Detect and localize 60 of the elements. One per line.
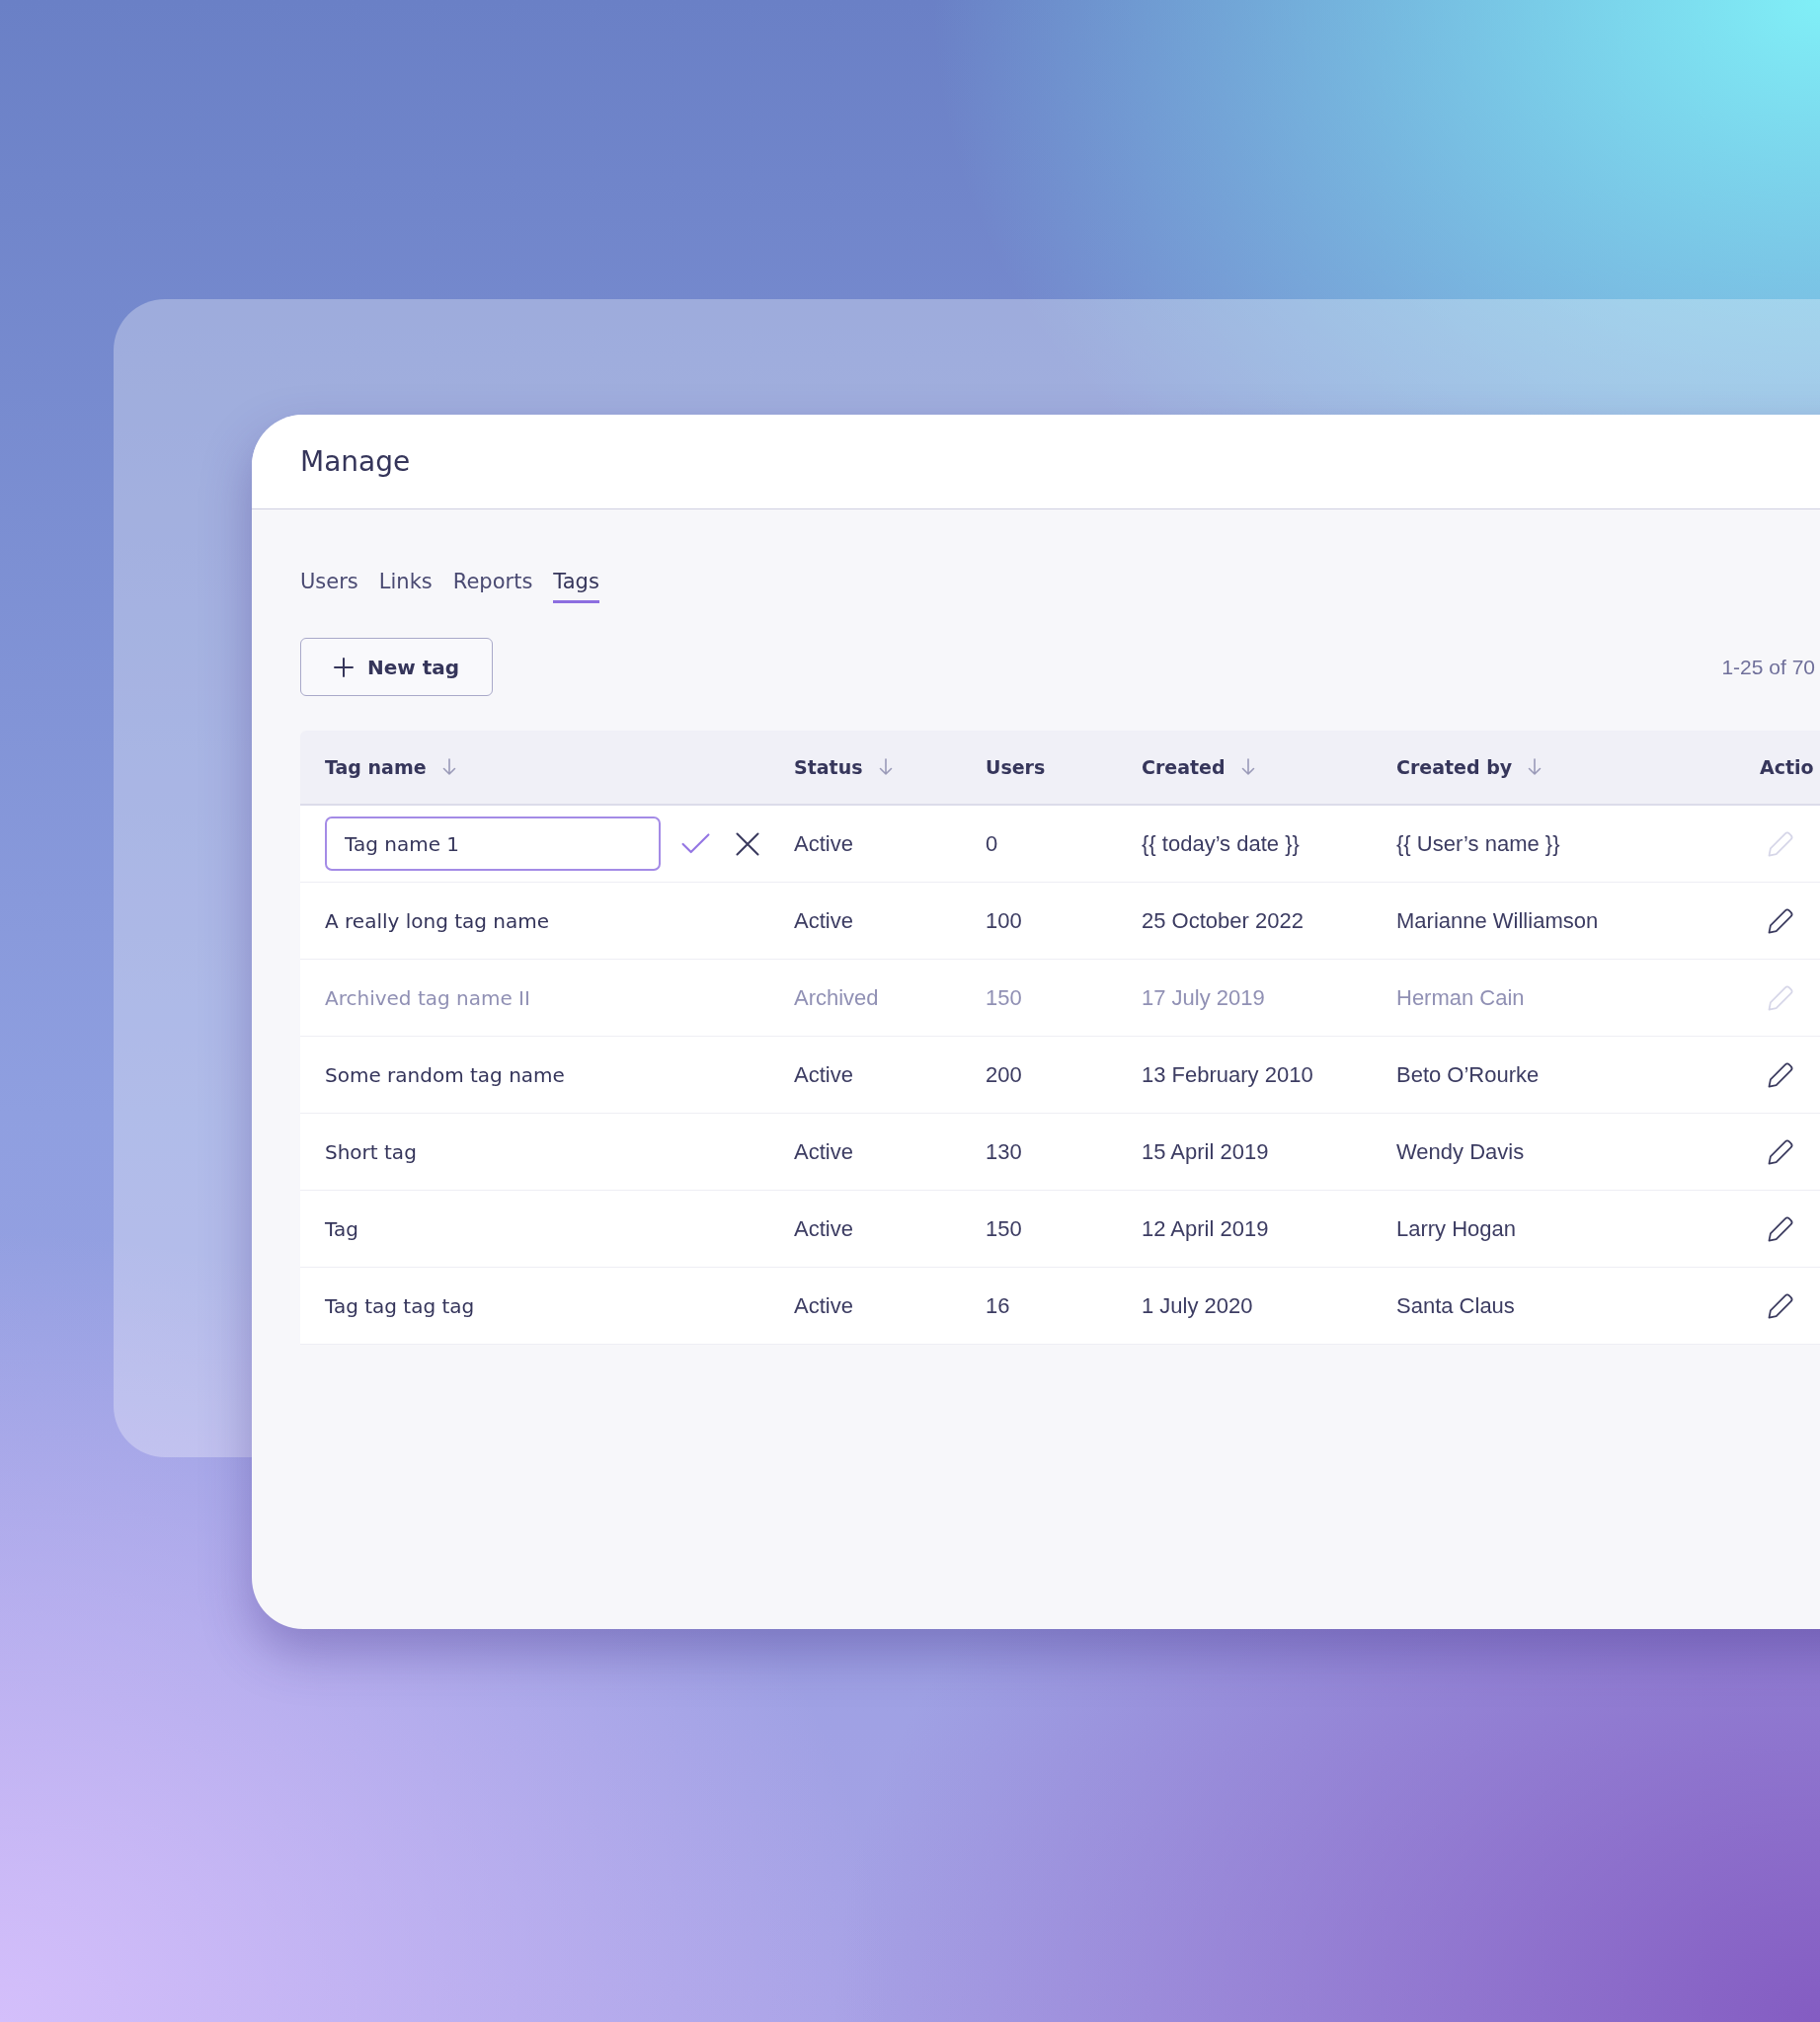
table-cell: Santa Claus: [1396, 1292, 1515, 1319]
column-header[interactable]: Created by: [1396, 756, 1543, 778]
table-cell: {{ User’s name }}: [1396, 830, 1560, 857]
column-header[interactable]: Status: [794, 756, 893, 778]
table-cell: 150: [986, 1215, 1022, 1242]
table-cell: 13 February 2010: [1142, 1061, 1313, 1088]
tag-name-input[interactable]: Tag name 1: [325, 817, 661, 871]
close-icon[interactable]: [736, 831, 759, 856]
column-header[interactable]: Tag name: [325, 756, 456, 778]
table-cell: 100: [986, 907, 1022, 934]
table-cell: Active: [794, 1138, 853, 1165]
table-cell: 17 July 2019: [1142, 984, 1265, 1011]
column-header: Users: [986, 756, 1046, 778]
table-cell: Short tag: [325, 1139, 417, 1164]
pencil-icon[interactable]: [1768, 1215, 1794, 1242]
table-cell: A really long tag name: [325, 908, 550, 933]
table-cell: Beto O’Rourke: [1396, 1061, 1540, 1088]
pencil-icon[interactable]: [1768, 1292, 1794, 1319]
table-cell: Archived tag name II: [325, 985, 530, 1010]
column-header: Actio: [1760, 756, 1814, 778]
table-cell: {{ today’s date }}: [1142, 830, 1300, 857]
table-cell: 0: [986, 830, 998, 857]
table-cell: 16: [986, 1292, 1010, 1319]
table-cell: 12 April 2019: [1142, 1215, 1269, 1242]
table-cell: 130: [986, 1138, 1022, 1165]
pagination-range: 1-25 of 70: [1721, 655, 1815, 679]
pencil-icon[interactable]: [1768, 1061, 1794, 1088]
arrow-down-icon[interactable]: [441, 758, 456, 776]
new-tag-button[interactable]: New tag: [300, 638, 493, 696]
table-cell: 15 April 2019: [1142, 1138, 1269, 1165]
table-cell: Wendy Davis: [1396, 1138, 1525, 1165]
window-title: Manage: [300, 445, 411, 478]
arrow-down-icon[interactable]: [1240, 758, 1255, 776]
arrow-down-icon[interactable]: [878, 758, 893, 776]
table-cell: 25 October 2022: [1142, 907, 1304, 934]
plus-icon: [333, 657, 354, 677]
table-cell: Tag tag tag tag: [325, 1293, 475, 1318]
pencil-icon[interactable]: [1768, 1138, 1794, 1165]
column-header[interactable]: Created: [1142, 756, 1255, 778]
tab[interactable]: Tags: [553, 567, 599, 603]
table-cell: Some random tag name: [325, 1062, 565, 1087]
table-cell: Larry Hogan: [1396, 1215, 1517, 1242]
table-cell: 1 July 2020: [1142, 1292, 1253, 1319]
check-icon[interactable]: [681, 833, 710, 854]
arrow-down-icon[interactable]: [1528, 758, 1543, 776]
table-cell: Active: [794, 1061, 853, 1088]
table-cell: 200: [986, 1061, 1022, 1088]
tab[interactable]: Links: [378, 567, 433, 603]
table-cell: Herman Cain: [1396, 984, 1525, 1011]
table-cell: Active: [794, 1292, 853, 1319]
pencil-icon[interactable]: [1768, 907, 1794, 934]
table-cell: Archived: [794, 984, 879, 1011]
table-cell: Tag: [325, 1216, 358, 1241]
table-cell: Active: [794, 907, 853, 934]
tab[interactable]: Reports: [452, 567, 533, 603]
table-cell: Active: [794, 830, 853, 857]
table-cell: Marianne Williamson: [1396, 907, 1599, 934]
table-cell: Active: [794, 1215, 853, 1242]
tab[interactable]: Users: [300, 567, 358, 603]
table-cell: 150: [986, 984, 1022, 1011]
